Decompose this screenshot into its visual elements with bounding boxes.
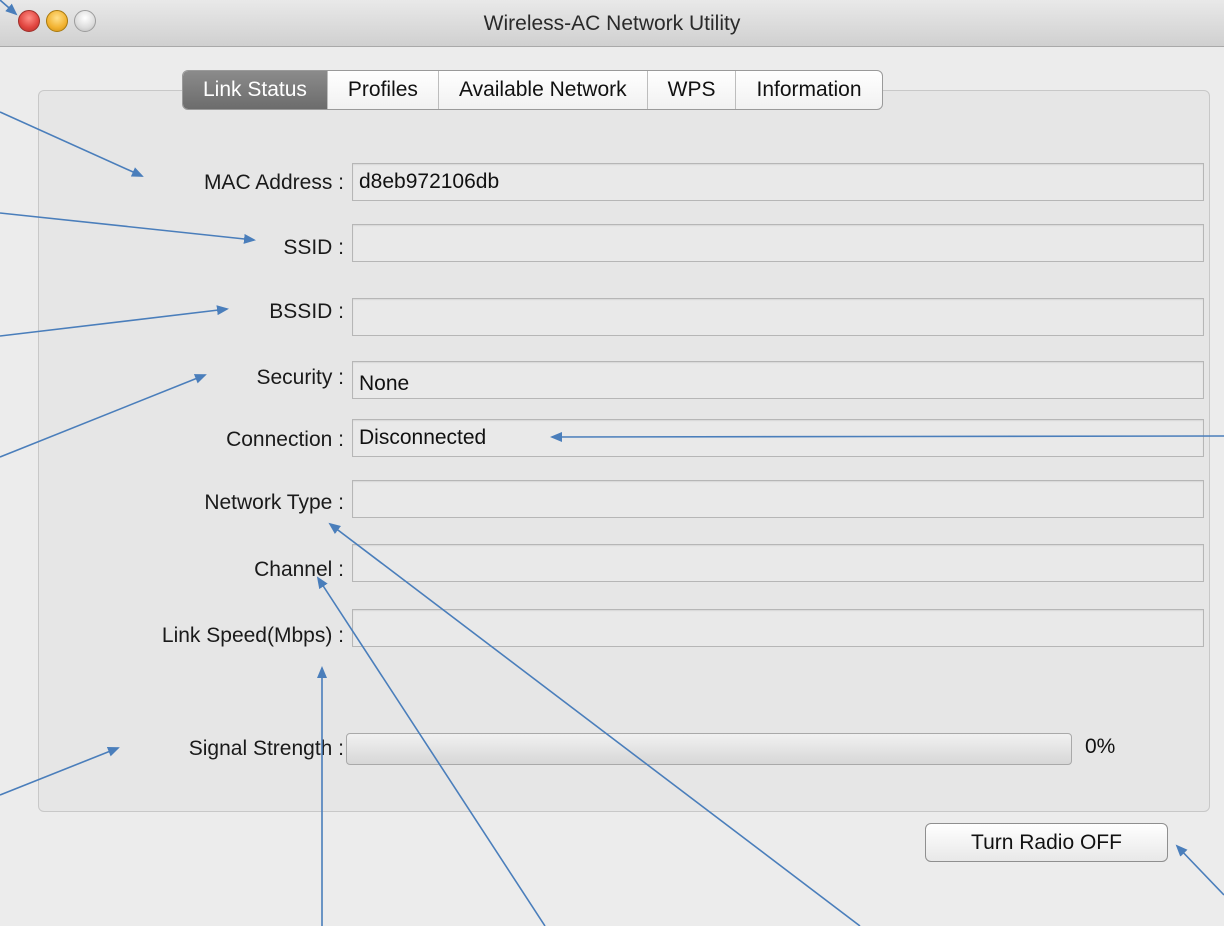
- security-field: None: [352, 361, 1204, 399]
- connection-label: Connection :: [226, 428, 344, 451]
- tab-information[interactable]: Information: [735, 71, 881, 109]
- tab-available-network[interactable]: Available Network: [437, 71, 647, 109]
- mac-address-label: MAC Address :: [203, 171, 344, 194]
- network-type-field: [352, 480, 1204, 518]
- tab-bar: Link Status Profiles Available Network W…: [182, 70, 883, 110]
- network-type-label: Network Type :: [204, 491, 344, 514]
- mac-address-field: d8eb972106db: [352, 163, 1204, 201]
- ssid-field: [352, 224, 1204, 262]
- tab-link-status[interactable]: Link Status: [183, 71, 327, 109]
- bssid-label: BSSID :: [269, 300, 344, 323]
- security-label: Security :: [256, 366, 344, 389]
- channel-label: Channel :: [254, 558, 344, 581]
- signal-strength-value: 0%: [1085, 735, 1116, 758]
- app-window: Wireless-AC Network Utility Link Status …: [0, 0, 1224, 926]
- tab-profiles[interactable]: Profiles: [326, 71, 438, 109]
- title-bar[interactable]: Wireless-AC Network Utility: [0, 0, 1224, 47]
- window-title: Wireless-AC Network Utility: [483, 12, 741, 35]
- bssid-field: [352, 298, 1204, 336]
- link-speed-field: [352, 609, 1204, 647]
- channel-field: [352, 544, 1204, 582]
- turn-radio-off-button[interactable]: Turn Radio OFF: [925, 823, 1168, 862]
- link-speed-label: Link Speed(Mbps) :: [161, 624, 344, 647]
- signal-strength-label: Signal Strength :: [188, 737, 344, 760]
- tab-wps[interactable]: WPS: [646, 71, 736, 109]
- signal-strength-bar: [346, 733, 1072, 765]
- ssid-label: SSID :: [283, 236, 344, 259]
- connection-field: Disconnected: [352, 419, 1204, 457]
